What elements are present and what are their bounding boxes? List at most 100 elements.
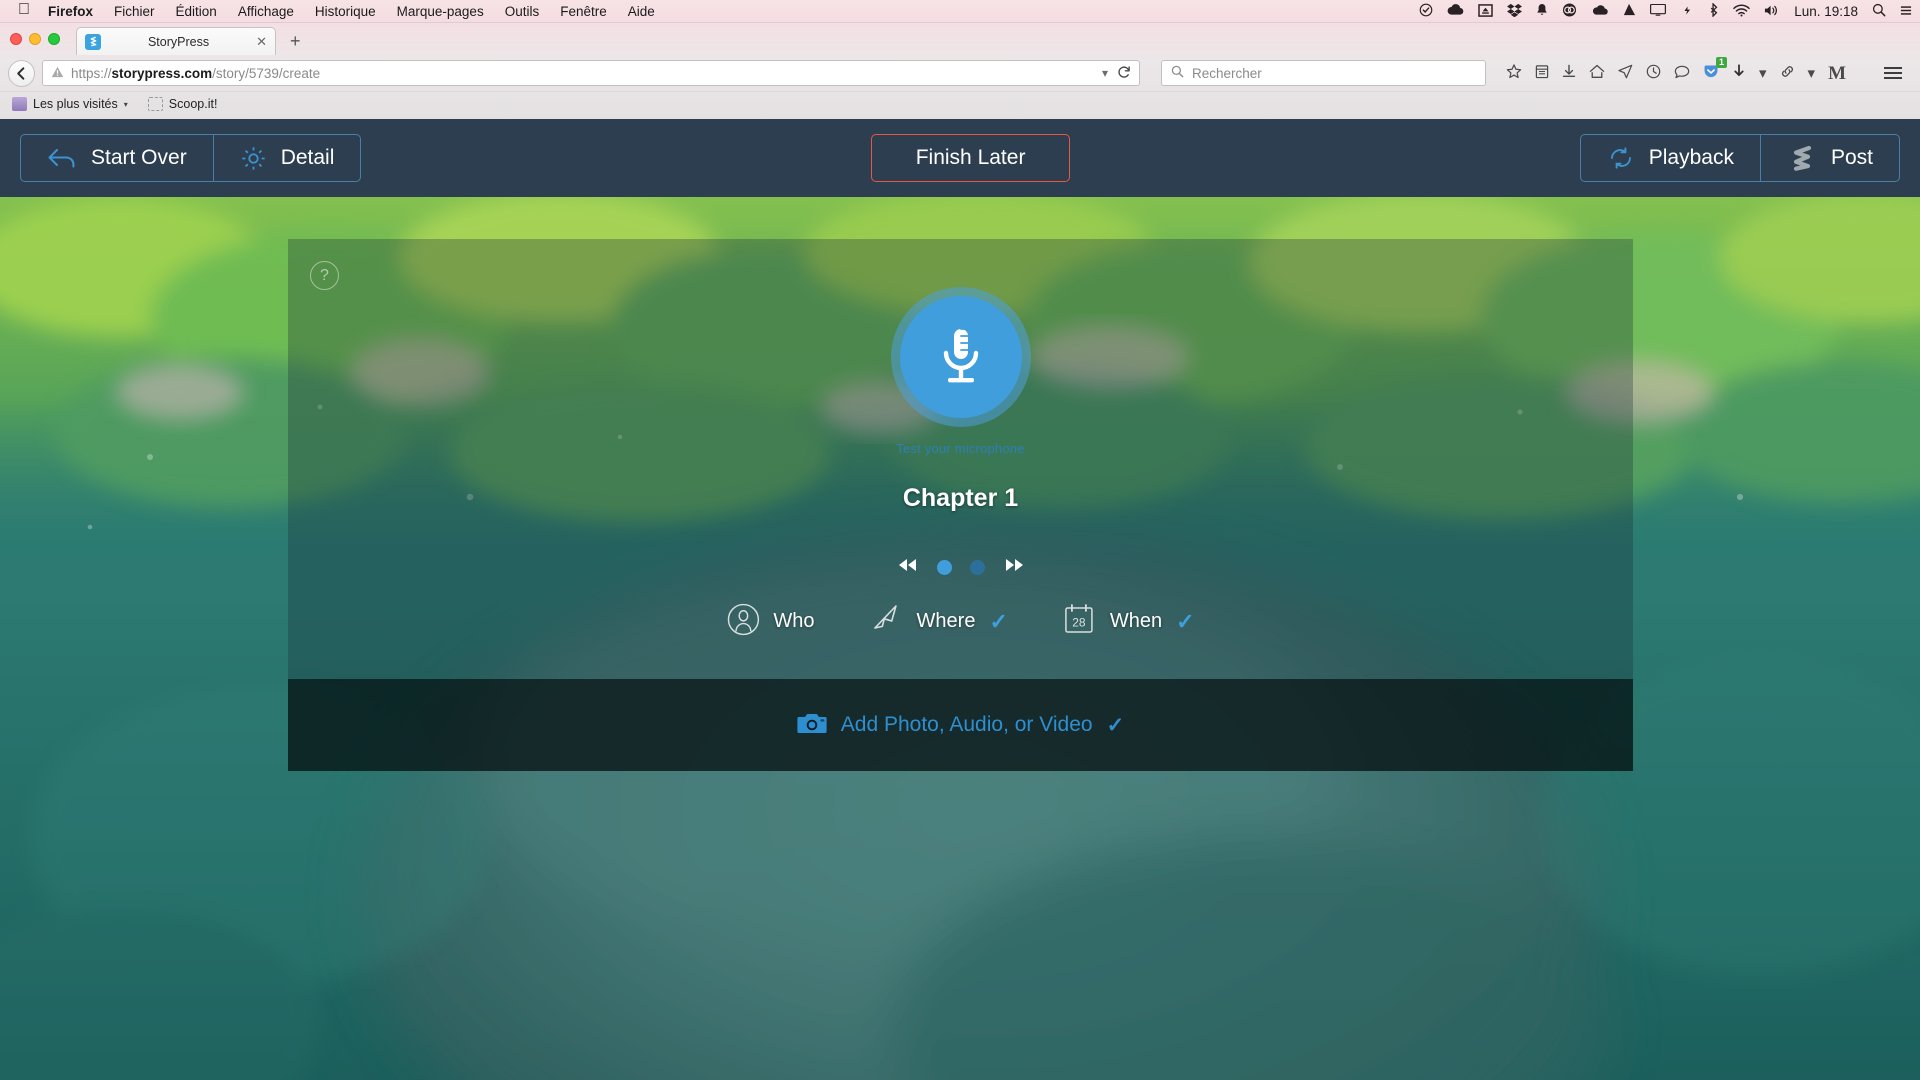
post-button[interactable]: Post	[1759, 135, 1899, 181]
browser-chrome: StoryPress ✕ + https://storypress.com/st…	[0, 23, 1920, 119]
os-menu-bar:  Firefox Fichier Édition Affichage Hist…	[0, 0, 1920, 23]
playback-button[interactable]: Playback	[1581, 135, 1760, 181]
clock-icon[interactable]	[1646, 64, 1661, 82]
meta-who-label: Who	[773, 610, 815, 632]
window-minimize-button[interactable]	[29, 33, 41, 45]
chevron-down-icon[interactable]: ▾	[1102, 66, 1108, 80]
person-circle-icon	[726, 603, 759, 641]
menu-item-historique[interactable]: Historique	[315, 4, 376, 19]
calendar-icon: 28	[1062, 602, 1096, 641]
link-icon[interactable]	[1780, 65, 1795, 81]
reload-icon[interactable]	[1117, 65, 1131, 82]
search-bar[interactable]	[1161, 60, 1486, 86]
microphone-caption: Test your microphone	[896, 441, 1025, 456]
creative-cloud-icon[interactable]	[1562, 3, 1577, 19]
menu-item-aide[interactable]: Aide	[628, 4, 655, 19]
meta-when[interactable]: 28 When ✓	[1062, 602, 1195, 641]
battery-icon[interactable]	[1680, 4, 1695, 18]
window-close-button[interactable]	[10, 33, 22, 45]
send-icon[interactable]	[1618, 64, 1633, 82]
search-input[interactable]	[1192, 65, 1476, 81]
cloud-icon[interactable]	[1447, 4, 1464, 18]
url-scheme: https://	[71, 65, 112, 81]
tab-storypress[interactable]: StoryPress ✕	[76, 27, 276, 55]
meta-when-check-icon: ✓	[1176, 608, 1195, 634]
add-media-check-icon: ✓	[1106, 713, 1125, 737]
url-bar-actions: ▾	[1102, 65, 1131, 82]
new-tab-button[interactable]: +	[290, 31, 301, 55]
story-metadata-row: Who Where ✓ 28 When ✓	[726, 602, 1195, 641]
detail-button[interactable]: Detail	[212, 135, 361, 181]
add-media-label: Add Photo, Audio, or Video	[840, 713, 1093, 736]
dropbox-icon[interactable]	[1507, 3, 1523, 19]
navigation-toolbar: https://storypress.com/story/5739/create…	[0, 55, 1920, 91]
chat-icon[interactable]	[1674, 65, 1690, 82]
microphone-halo	[890, 287, 1031, 427]
menu-bar-status-area: Lun. 19:18	[1419, 2, 1912, 19]
menu-item-affichage[interactable]: Affichage	[238, 4, 294, 19]
pocket-badge: 1	[1715, 57, 1727, 68]
menu-item-outils[interactable]: Outils	[505, 4, 540, 19]
spotlight-search-icon[interactable]	[1872, 3, 1886, 19]
reader-icon[interactable]	[1535, 64, 1549, 82]
google-drive-icon[interactable]	[1622, 3, 1636, 19]
finish-later-label: Finish Later	[915, 146, 1026, 169]
meta-where[interactable]: Where ✓	[869, 603, 1008, 640]
download-icon[interactable]	[1562, 64, 1576, 82]
bookmark-scoop-it[interactable]: Scoop.it!	[147, 97, 217, 111]
star-icon[interactable]	[1506, 64, 1522, 82]
menu-item-fichier[interactable]: Fichier	[114, 4, 155, 19]
chevron-down-icon: ▾	[123, 99, 128, 109]
url-bar[interactable]: https://storypress.com/story/5739/create…	[42, 60, 1140, 86]
add-media-button[interactable]: Add Photo, Audio, or Video ✓	[288, 679, 1633, 771]
svg-text:28: 28	[1072, 616, 1086, 630]
warning-triangle-icon[interactable]	[51, 66, 64, 81]
hamburger-menu-icon[interactable]	[1884, 67, 1902, 79]
fast-forward-icon[interactable]	[1003, 557, 1025, 577]
bookmark-les-plus-visites[interactable]: Les plus visités ▾	[12, 97, 128, 111]
storypress-app: Start Over Detail Finish Later Playback	[0, 119, 1920, 1080]
download-arrow-icon[interactable]	[1732, 64, 1746, 82]
chapter-navigation	[897, 557, 1025, 577]
menu-bar-clock[interactable]: Lun. 19:18	[1794, 4, 1858, 19]
menu-item-marque-pages[interactable]: Marque-pages	[397, 4, 484, 19]
chapter-dot-1[interactable]	[936, 559, 952, 575]
sync-icon[interactable]: ▾	[1808, 66, 1816, 81]
chapter-dot-2[interactable]	[969, 559, 985, 575]
start-over-button[interactable]: Start Over	[21, 135, 213, 181]
eject-icon[interactable]	[1478, 3, 1493, 19]
volume-icon[interactable]	[1764, 4, 1780, 19]
bell-icon[interactable]	[1536, 3, 1548, 19]
tab-close-icon[interactable]: ✕	[256, 34, 267, 50]
back-button-icon[interactable]	[8, 59, 35, 87]
question-mark-icon[interactable]: ?	[310, 261, 339, 290]
notification-center-icon[interactable]	[1900, 4, 1912, 19]
meta-who[interactable]: Who	[726, 603, 815, 641]
menu-item-firefox[interactable]: Firefox	[48, 4, 93, 19]
menu-item-edition[interactable]: Édition	[176, 4, 217, 19]
chapter-card-body: ? Test your microphone Chapter 1 Who Whe…	[288, 239, 1633, 679]
checkmark-circle-icon[interactable]	[1419, 3, 1433, 19]
display-icon[interactable]	[1650, 3, 1667, 18]
onedrive-icon[interactable]	[1591, 4, 1608, 18]
meta-where-label: Where	[916, 610, 976, 632]
apple-logo-icon[interactable]: 	[18, 2, 30, 18]
bluetooth-icon[interactable]	[1709, 2, 1719, 19]
wifi-icon[interactable]	[1733, 4, 1750, 19]
right-button-group: Playback Post	[1579, 134, 1900, 182]
finish-later-button[interactable]: Finish Later	[870, 134, 1071, 182]
menu-item-fenetre[interactable]: Fenêtre	[560, 4, 607, 19]
pocket-icon[interactable]: 1	[1703, 57, 1727, 82]
record-microphone-button[interactable]	[899, 296, 1022, 418]
window-controls	[10, 33, 60, 45]
detail-label: Detail	[280, 146, 335, 169]
rewind-icon[interactable]	[897, 557, 919, 577]
loop-refresh-icon	[1607, 145, 1635, 171]
home-icon[interactable]	[1589, 64, 1605, 82]
mono-extension-icon[interactable]: M	[1828, 64, 1846, 83]
microphone-section: Test your microphone	[890, 287, 1031, 456]
tabs-icon[interactable]: ▾	[1759, 66, 1767, 81]
storypress-s-icon	[1787, 144, 1817, 172]
window-zoom-button[interactable]	[48, 33, 60, 45]
back-arrow-icon	[47, 147, 77, 169]
